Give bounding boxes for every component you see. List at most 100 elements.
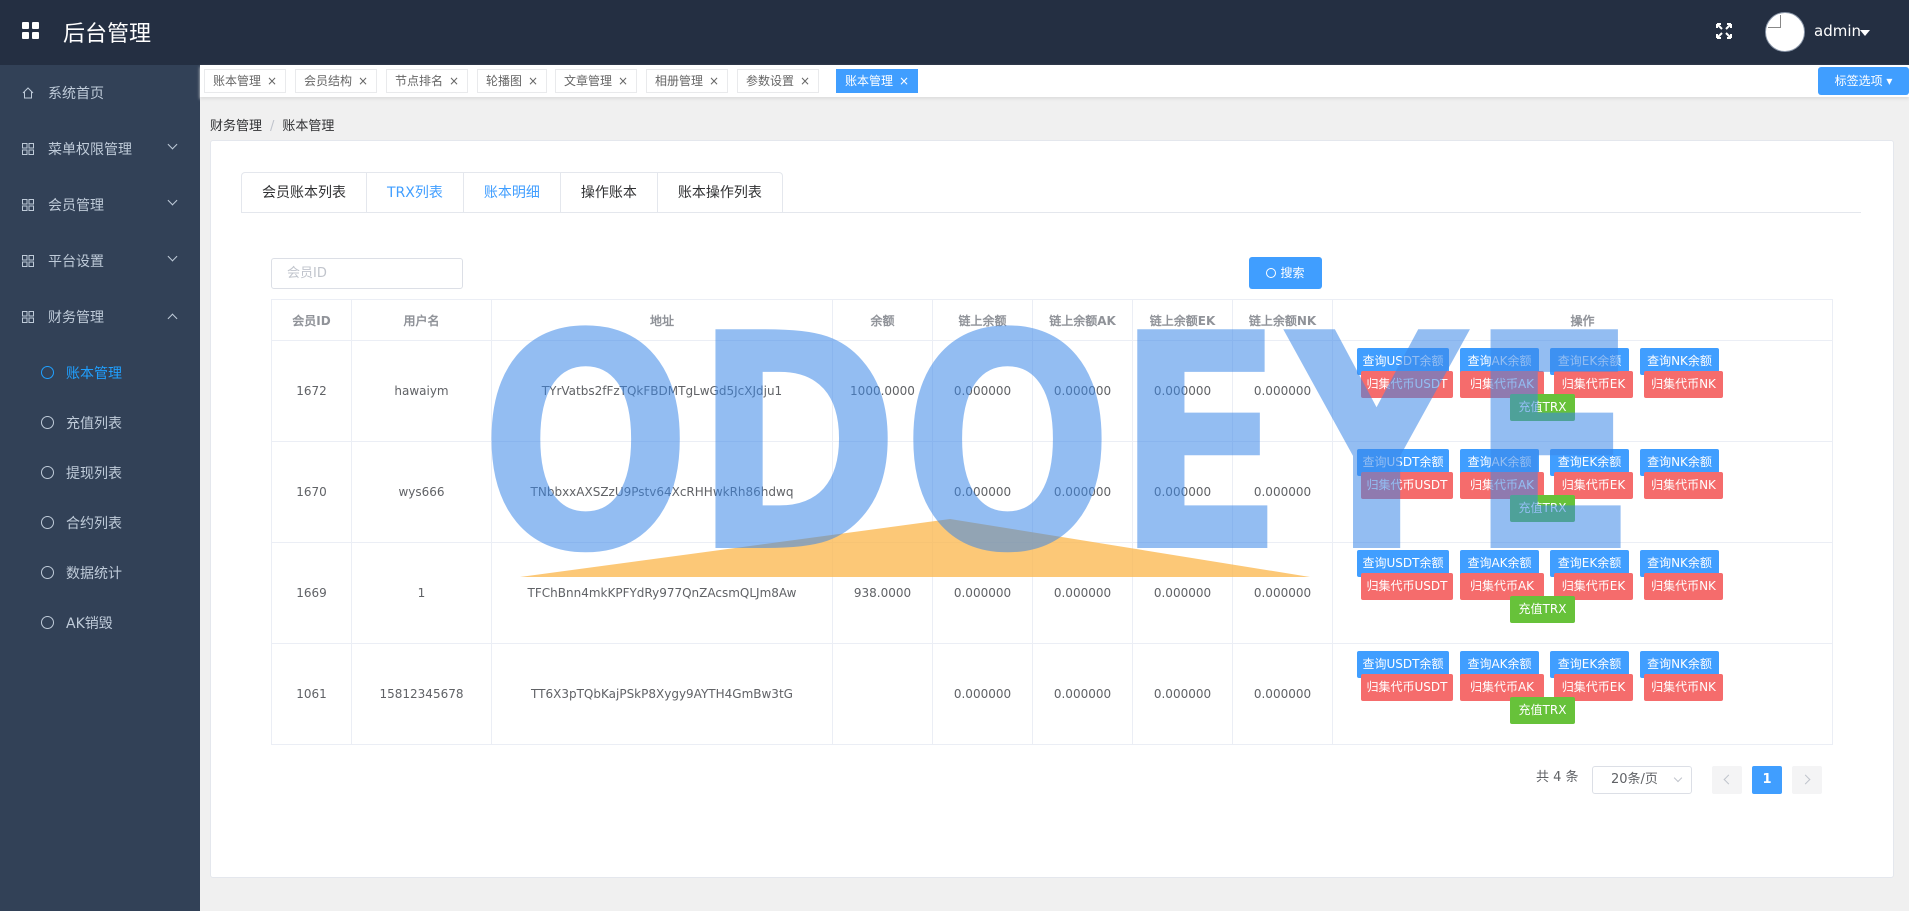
breadcrumb-separator: / <box>270 119 275 134</box>
close-icon[interactable]: × <box>267 74 277 88</box>
tag-label: 节点排名 <box>395 74 444 88</box>
collect-usdt-button[interactable]: 归集代币USDT <box>1361 371 1453 398</box>
sidebar-subitem-stats[interactable]: 数据统计 <box>0 547 200 597</box>
next-page-button[interactable] <box>1792 766 1822 794</box>
sidebar-subitem-label: 账本管理 <box>66 366 122 382</box>
address-cell: TYrVatbs2fFzTQkFBDMTgLwGd5JcXJdju1 <box>491 340 833 442</box>
recharge-trx-button[interactable]: 充值TRX <box>1510 495 1575 522</box>
breadcrumb-parent[interactable]: 财务管理 <box>210 119 262 134</box>
sidebar-subitem-withdraw[interactable]: 提现列表 <box>0 447 200 497</box>
tag-item[interactable]: 参数设置 × <box>737 69 820 93</box>
tag-item[interactable]: 相册管理 × <box>646 69 729 93</box>
tag-item-active[interactable]: 账本管理 × <box>836 69 919 93</box>
tag-options-button[interactable]: 标签选项 ▾ <box>1818 67 1909 95</box>
tag-item[interactable]: 账本管理 × <box>204 69 287 93</box>
table-row: 1669 1 TFChBnn4mkKPFYdRy977QnZAcsmQLJm8Aw 9… <box>271 542 1833 644</box>
table-row: 1061 15812345678 TT6X3pTQbKajPSkP8Xygy9AYT… <box>271 643 1833 745</box>
trx-table: 会员ID 用户名 地址 余额 链上余额 链上余额AK 链上余额EK 链上余额NK… <box>271 299 1833 745</box>
menu-toggle-icon[interactable] <box>22 22 40 40</box>
close-icon[interactable]: × <box>899 74 909 88</box>
collect-usdt-button[interactable]: 归集代币USDT <box>1361 674 1453 701</box>
tag-item[interactable]: 节点排名 × <box>386 69 469 93</box>
tab-ledger-operations[interactable]: 账本操作列表 <box>656 173 782 213</box>
table-row: 1672 hawaiym TYrVatbs2fFzTQkFBDMTgLwGd5JcX… <box>271 340 1833 442</box>
chain-nk-cell: 0.000000 <box>1232 643 1333 745</box>
tab-operate-ledger[interactable]: 操作账本 <box>559 173 657 213</box>
column-header: 余额 <box>832 299 933 341</box>
sidebar-subitem-label: 数据统计 <box>66 566 122 582</box>
collect-nk-button[interactable]: 归集代币NK <box>1644 573 1723 600</box>
circle-icon <box>41 466 54 479</box>
tag-item[interactable]: 文章管理 × <box>555 69 638 93</box>
home-icon <box>22 87 34 99</box>
chain-nk-cell: 0.000000 <box>1232 340 1333 442</box>
tag-label: 会员结构 <box>304 74 353 88</box>
tag-item[interactable]: 会员结构 × <box>295 69 378 93</box>
column-header: 链上余额AK <box>1032 299 1133 341</box>
tag-label: 相册管理 <box>655 74 704 88</box>
grid-icon <box>22 143 34 155</box>
username-label[interactable]: admin <box>1814 22 1861 40</box>
sidebar-item-finance[interactable]: 财务管理 <box>0 289 200 345</box>
sidebar-item-label: 会员管理 <box>48 198 104 214</box>
tab-member-ledger[interactable]: 会员账本列表 <box>242 173 366 213</box>
tag-label: 轮播图 <box>486 74 523 88</box>
chain-balance-cell: 0.000000 <box>932 340 1033 442</box>
collect-nk-button[interactable]: 归集代币NK <box>1644 371 1723 398</box>
close-icon[interactable]: × <box>618 74 628 88</box>
sidebar-subitem-ledger[interactable]: 账本管理 <box>0 347 200 397</box>
user-dropdown-icon[interactable] <box>1860 30 1870 36</box>
sidebar-item-menu-permissions[interactable]: 菜单权限管理 <box>0 121 200 177</box>
collect-nk-button[interactable]: 归集代币NK <box>1644 674 1723 701</box>
page-size-select[interactable]: 20条/页 <box>1592 766 1692 794</box>
prev-page-button[interactable] <box>1712 766 1742 794</box>
recharge-trx-button[interactable]: 充值TRX <box>1510 697 1575 724</box>
sidebar-subitem-recharge[interactable]: 充值列表 <box>0 397 200 447</box>
tab-trx-list[interactable]: TRX列表 <box>366 173 463 213</box>
collect-nk-button[interactable]: 归集代币NK <box>1644 472 1723 499</box>
recharge-trx-button[interactable]: 充值TRX <box>1510 596 1575 623</box>
avatar[interactable] <box>1765 12 1805 52</box>
sidebar-subitem-label: 合约列表 <box>66 516 122 532</box>
balance-cell <box>832 643 933 745</box>
sidebar-item-label: 菜单权限管理 <box>48 142 132 158</box>
circle-icon <box>41 516 54 529</box>
sidebar-item-home[interactable]: 系统首页 <box>0 65 200 121</box>
sidebar-subitem-contracts[interactable]: 合约列表 <box>0 497 200 547</box>
pagination-total: 共 4 条 <box>1536 770 1579 785</box>
address-cell: TFChBnn4mkKPFYdRy977QnZAcsmQLJm8Aw <box>491 542 833 644</box>
breadcrumb: 财务管理 / 账本管理 <box>210 115 334 134</box>
address-cell: TT6X3pTQbKajPSkP8Xygy9AYTH4GmBw3tG <box>491 643 833 745</box>
collect-usdt-button[interactable]: 归集代币USDT <box>1361 573 1453 600</box>
member-id-cell: 1061 <box>271 643 352 745</box>
search-button[interactable]: 搜索 <box>1249 257 1322 289</box>
app-title: 后台管理 <box>63 22 152 47</box>
chevron-down-icon <box>167 251 178 262</box>
close-icon[interactable]: × <box>358 74 368 88</box>
grid-icon <box>22 255 34 267</box>
member-id-cell: 1672 <box>271 340 352 442</box>
fullscreen-icon[interactable] <box>1714 21 1734 41</box>
table-row: 1670 wys666 TNbbxxAXSZzU9Pstv64XcRHHwkRh86… <box>271 441 1833 543</box>
tags-bar: 账本管理 × 会员结构 × 节点排名 × 轮播图 × 文章管理 × 相册管理 × 参数设置 ×… <box>200 65 1909 97</box>
close-icon[interactable]: × <box>709 74 719 88</box>
sidebar-subitem-ak-burn[interactable]: AK销毁 <box>0 597 200 647</box>
sidebar-item-members[interactable]: 会员管理 <box>0 177 200 233</box>
tag-label: 账本管理 <box>845 74 894 88</box>
actions-cell: 查询USDT余额 查询AK余额 查询EK余额 查询NK余额 归集代币USDT 归集代币AK… <box>1332 643 1833 745</box>
tag-item[interactable]: 轮播图 × <box>477 69 548 93</box>
chain-ak-cell: 0.000000 <box>1032 542 1133 644</box>
member-id-input[interactable] <box>271 258 463 289</box>
actions-cell: 查询USDT余额 查询AK余额 查询EK余额 查询NK余额 归集代币USDT 归集代币AK… <box>1332 542 1833 644</box>
close-icon[interactable]: × <box>449 74 459 88</box>
sidebar-item-label: 财务管理 <box>48 310 104 326</box>
recharge-trx-button[interactable]: 充值TRX <box>1510 394 1575 421</box>
member-id-cell: 1670 <box>271 441 352 543</box>
close-icon[interactable]: × <box>800 74 810 88</box>
sidebar-item-platform-settings[interactable]: 平台设置 <box>0 233 200 289</box>
tab-ledger-details[interactable]: 账本明细 <box>462 173 560 213</box>
chevron-up-icon <box>167 313 178 324</box>
collect-usdt-button[interactable]: 归集代币USDT <box>1361 472 1453 499</box>
close-icon[interactable]: × <box>528 74 538 88</box>
page-number-button[interactable]: 1 <box>1752 766 1782 794</box>
